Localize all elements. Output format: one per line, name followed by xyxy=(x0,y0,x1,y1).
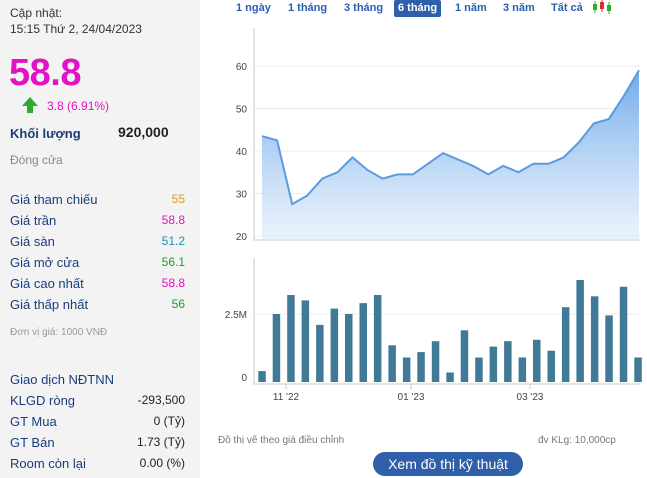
candlestick-icon[interactable] xyxy=(592,0,612,14)
stock-info-panel: Cập nhật: 15:15 Thứ 2, 24/04/2023 58.8 3… xyxy=(0,0,200,478)
volume-bar xyxy=(460,330,469,382)
volume-bar xyxy=(330,308,339,382)
foreign-value: 0 (Tỷ) xyxy=(153,414,185,428)
close-label: Đóng cửa xyxy=(10,153,63,167)
foreign-label: GT Mua xyxy=(10,414,57,429)
volume-bar xyxy=(561,307,570,382)
volume-tick-label: 2.5M xyxy=(225,310,247,321)
foreign-trade-title: Giao dịch NĐTNN xyxy=(10,372,115,387)
volume-bar xyxy=(590,296,599,382)
updated-label: Cập nhật: xyxy=(10,6,63,20)
tab-3-months[interactable]: 3 tháng xyxy=(340,0,387,17)
price-tick-label: 50 xyxy=(236,105,248,116)
foreign-value: 0.00 (%) xyxy=(139,456,185,470)
price-tick-label: 20 xyxy=(236,232,248,243)
volume-bar xyxy=(634,357,642,382)
foreign-row-buy: GT Mua 0 (Tỷ) xyxy=(10,414,185,434)
stat-row-high: Giá cao nhất 58.8 xyxy=(10,276,185,296)
stat-label: Giá tham chiếu xyxy=(10,192,98,207)
foreign-value: -293,500 xyxy=(137,393,185,407)
price-tick-label: 30 xyxy=(236,190,248,201)
volume-bar xyxy=(316,324,324,382)
tab-1-day[interactable]: 1 ngày xyxy=(232,0,275,17)
foreign-value: 1.73 (Tỷ) xyxy=(136,435,185,449)
tab-all[interactable]: Tất cả xyxy=(547,0,587,17)
stat-row-ceiling: Giá trần 58.8 xyxy=(10,213,185,233)
volume-bar xyxy=(547,350,555,382)
technical-chart-button[interactable]: Xem đồ thị kỹ thuật xyxy=(373,452,523,476)
x-tick-label: 11 '22 xyxy=(273,392,300,403)
volume-bar xyxy=(388,345,396,382)
volume-bar xyxy=(272,314,281,382)
stat-value: 56.1 xyxy=(161,255,185,269)
volume-bar xyxy=(431,341,440,382)
tab-3-years[interactable]: 3 năm xyxy=(499,0,539,17)
foreign-row-net: KLGD ròng -293,500 xyxy=(10,393,185,413)
volume-bar xyxy=(576,280,584,382)
volume-bar xyxy=(402,357,411,382)
foreign-row-room: Room còn lại 0.00 (%) xyxy=(10,456,185,476)
price-area xyxy=(262,70,639,240)
volume-tick-label: 0 xyxy=(241,373,247,384)
foreign-row-sell: GT Bán 1.73 (Tỷ) xyxy=(10,435,185,455)
volume-bars xyxy=(258,280,642,382)
current-price: 58.8 xyxy=(9,52,81,94)
stat-label: Giá sàn xyxy=(10,234,55,249)
volume-bar xyxy=(619,286,628,382)
foreign-label: KLGD ròng xyxy=(10,393,76,408)
tab-1-month[interactable]: 1 tháng xyxy=(284,0,331,17)
updated-time: 15:15 Thứ 2, 24/04/2023 xyxy=(10,22,142,36)
price-tick-label: 40 xyxy=(236,147,248,158)
stat-value: 58.8 xyxy=(161,213,185,227)
volume-unit-note: đv KLg: 10,000cp xyxy=(538,435,616,446)
x-tick-label: 03 '23 xyxy=(517,392,544,403)
stat-value: 51.2 xyxy=(161,234,185,248)
stat-label: Giá cao nhất xyxy=(10,276,84,291)
stat-value: 58.8 xyxy=(161,276,185,290)
stat-label: Giá trần xyxy=(10,213,57,228)
x-tick-label: 01 '23 xyxy=(398,392,425,403)
stat-row-open: Giá mở cửa 56.1 xyxy=(10,255,185,275)
volume-label: Khối lượng xyxy=(10,126,81,141)
volume-bar xyxy=(475,357,483,382)
volume-value: 920,000 xyxy=(118,124,169,140)
stock-chart: 20 30 40 50 60 0 2.5M 11 '22 01 '23 03 '23 xyxy=(225,28,642,403)
x-axis: 11 '22 01 '23 03 '23 xyxy=(273,384,544,403)
volume-bar xyxy=(504,341,512,382)
price-axis: 20 30 40 50 60 xyxy=(236,62,248,243)
stat-label: Giá mở cửa xyxy=(10,255,80,270)
adjusted-price-note: Đồ thị vẽ theo giá điều chỉnh xyxy=(218,435,345,446)
stat-label: Giá thấp nhất xyxy=(10,297,89,312)
volume-bar xyxy=(258,371,266,382)
price-change: 3.8 (6.91%) xyxy=(47,99,110,113)
volume-bar xyxy=(301,300,310,382)
tab-1-year[interactable]: 1 năm xyxy=(451,0,491,17)
stat-value: 55 xyxy=(171,192,185,206)
volume-bar xyxy=(446,372,454,382)
volume-bar xyxy=(533,339,541,382)
stat-row-low: Giá thấp nhất 56 xyxy=(10,297,185,317)
volume-bar xyxy=(489,346,498,382)
tab-6-months[interactable]: 6 tháng xyxy=(394,0,442,17)
volume-bar xyxy=(417,352,425,382)
volume-axis: 0 2.5M xyxy=(225,310,248,384)
volume-bar xyxy=(605,315,613,382)
volume-bar xyxy=(345,314,353,382)
unit-note: Đơn vị giá: 1000 VNĐ xyxy=(10,327,108,338)
foreign-label: Room còn lại xyxy=(10,456,86,471)
stat-value: 56 xyxy=(171,297,185,311)
stat-row-floor: Giá sàn 51.2 xyxy=(10,234,185,254)
volume-bar xyxy=(518,357,527,382)
volume-bar xyxy=(287,295,295,382)
volume-bar xyxy=(359,303,367,382)
volume-bar xyxy=(373,295,382,382)
stat-row-reference: Giá tham chiếu 55 xyxy=(10,192,185,212)
foreign-label: GT Bán xyxy=(10,435,55,450)
arrow-up-icon xyxy=(22,97,38,113)
price-tick-label: 60 xyxy=(236,62,248,73)
